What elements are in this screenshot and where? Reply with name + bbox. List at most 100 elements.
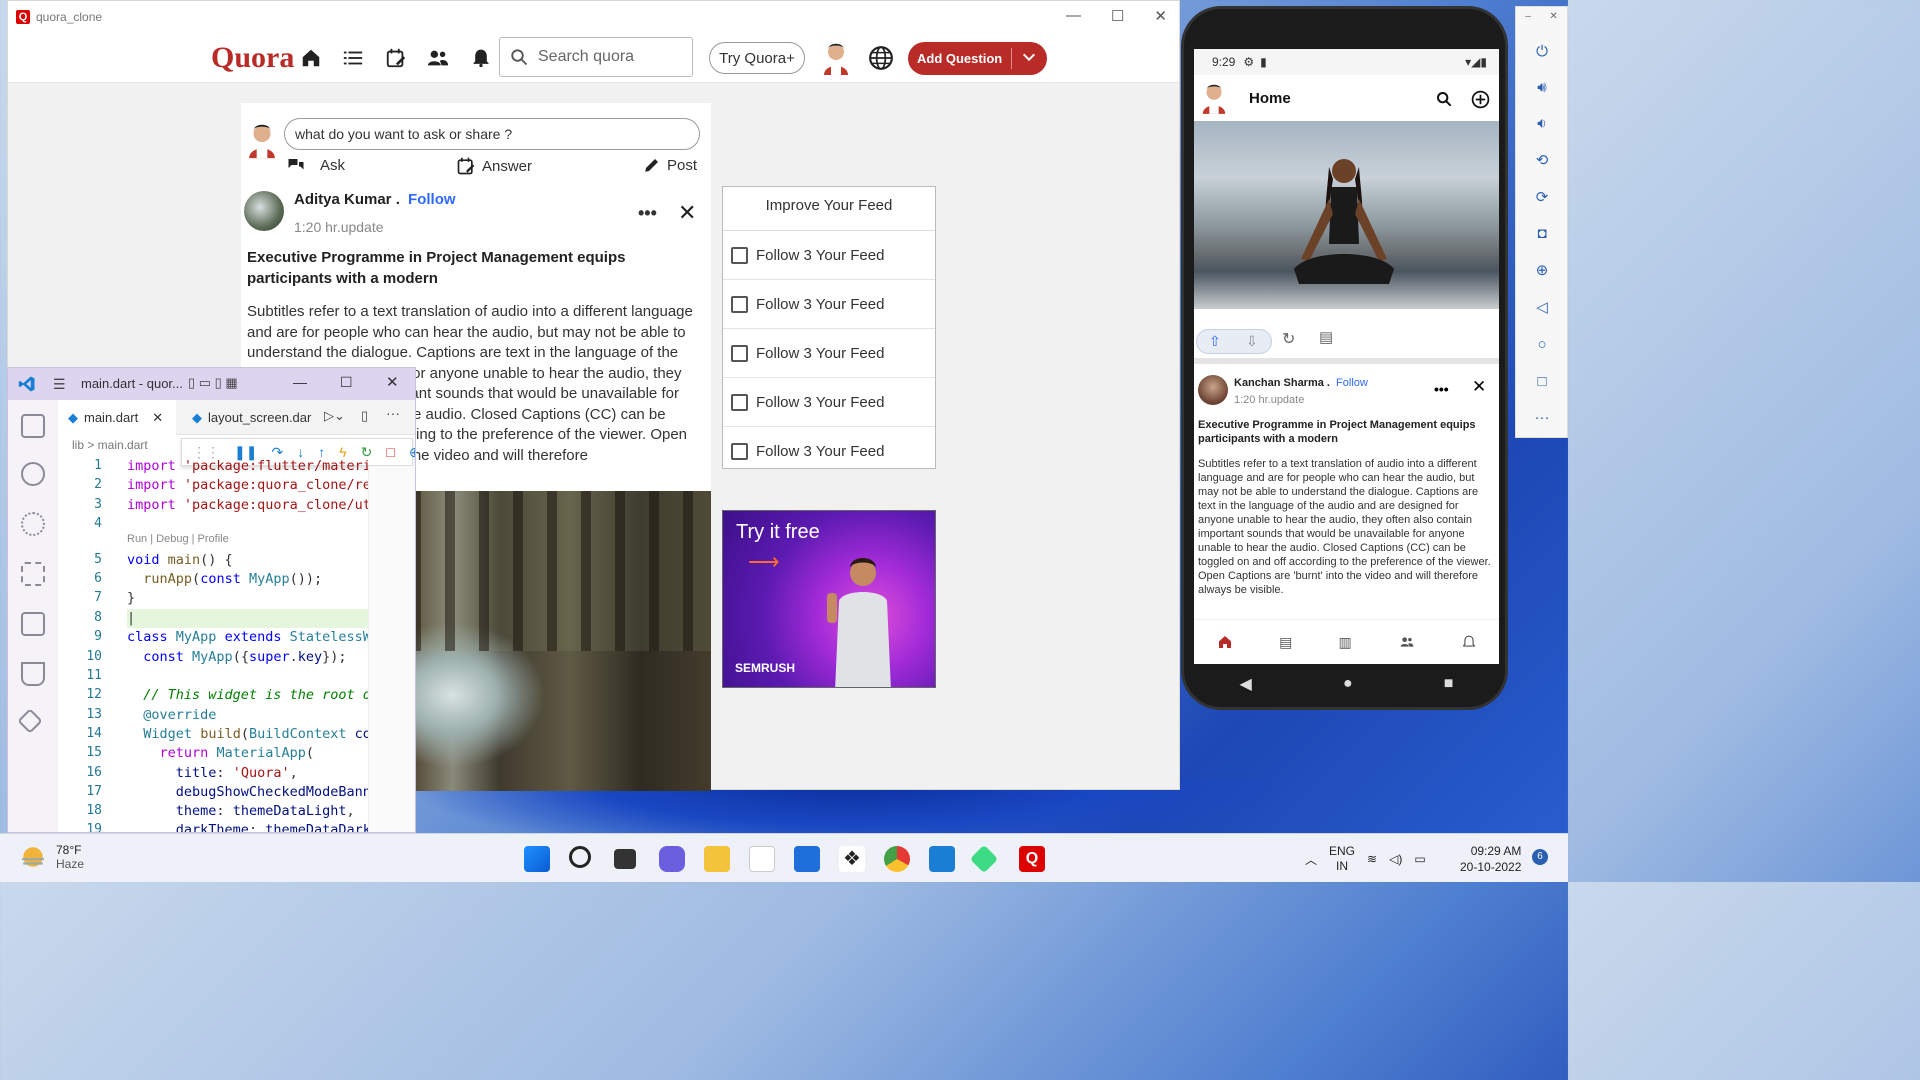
camera-icon[interactable]: ◘ [1532, 223, 1552, 243]
speaker-icon[interactable]: ◁) [1389, 852, 1402, 866]
notification-badge[interactable]: 6 [1532, 849, 1548, 865]
minimize-button[interactable]: — [293, 374, 307, 390]
checkbox[interactable] [731, 246, 748, 264]
author-name[interactable]: Kanchan Sharma . [1234, 377, 1330, 389]
calendar-edit-icon[interactable] [383, 45, 409, 71]
volume-up-icon[interactable]: 🔊︎ [1532, 77, 1552, 97]
back-icon[interactable]: ◀ [1240, 674, 1252, 694]
checkbox[interactable] [731, 344, 748, 362]
testing-icon[interactable] [21, 662, 45, 686]
power-icon[interactable]: ⏻ [1532, 41, 1552, 61]
comment-icon[interactable]: ▤ [1319, 328, 1333, 346]
notification-bell-icon[interactable] [1462, 634, 1476, 650]
chevron-down-icon[interactable] [1021, 49, 1037, 68]
checkbox[interactable] [731, 295, 748, 313]
close-icon[interactable]: ✕ [678, 200, 696, 226]
more-icon[interactable]: ··· [1532, 407, 1552, 427]
menu-icon[interactable]: ☰ [53, 376, 66, 393]
run-icon[interactable]: ▷⌄ [324, 408, 345, 424]
overview-icon[interactable]: □ [1532, 371, 1552, 391]
more-options-icon[interactable]: ••• [638, 203, 657, 224]
profile-avatar[interactable] [1200, 81, 1228, 115]
flutter-icon[interactable] [17, 708, 43, 734]
close-icon[interactable]: ✕ [1549, 11, 1557, 22]
extensions-icon[interactable] [21, 612, 45, 636]
feed-item[interactable]: Follow 3 Your Feed [723, 329, 935, 378]
dropbox-icon[interactable]: ❖ [839, 846, 865, 872]
ask-action[interactable]: Ask [286, 156, 345, 174]
inspect-icon[interactable]: ⊕ [409, 444, 415, 461]
list-icon[interactable] [340, 45, 366, 71]
home-icon[interactable] [1217, 634, 1233, 650]
language-globe-icon[interactable] [868, 45, 894, 76]
explorer-icon[interactable] [21, 414, 45, 438]
close-window-button[interactable]: ✕ [1154, 7, 1167, 25]
feed-item[interactable]: Follow 3 Your Feed [723, 231, 935, 280]
chrome-icon[interactable] [884, 846, 910, 872]
ask-input[interactable]: what do you want to ask or share ? [284, 118, 700, 150]
add-question-button[interactable]: Add Question [908, 42, 1047, 75]
recents-icon[interactable]: ■ [1444, 675, 1454, 693]
rotate-right-icon[interactable]: ⟳ [1532, 187, 1552, 207]
notification-bell-icon[interactable] [468, 45, 494, 71]
people-icon[interactable] [425, 45, 451, 71]
search-icon[interactable] [569, 846, 591, 868]
downvote-icon[interactable]: ⇩ [1246, 333, 1258, 350]
try-quora-plus-button[interactable]: Try Quora+ [709, 42, 805, 74]
search-icon[interactable] [1436, 91, 1452, 107]
search-box[interactable] [499, 37, 693, 77]
language-indicator[interactable]: ENG IN [1329, 844, 1355, 874]
advertisement-banner[interactable]: Try it free ⟶ SEMRUSH [722, 510, 936, 688]
calendar-edit-icon[interactable]: ▥ [1338, 634, 1351, 651]
quora-app-icon[interactable]: Q [1019, 846, 1045, 872]
breadcrumb[interactable]: lib > main.dart [72, 438, 148, 452]
tab-main-dart[interactable]: ◆ main.dart ✕ [58, 400, 176, 435]
code-lens[interactable]: Run | Debug | Profile [127, 533, 229, 545]
add-circle-icon[interactable] [1471, 90, 1490, 109]
quora-logo[interactable]: Quora [211, 41, 294, 75]
close-window-button[interactable]: ✕ [386, 373, 399, 391]
search-input[interactable] [538, 48, 678, 66]
people-icon[interactable] [1398, 635, 1416, 649]
more-actions-icon[interactable]: ··· [386, 405, 400, 421]
run-debug-icon[interactable] [21, 562, 45, 586]
stop-icon[interactable]: □ [386, 444, 394, 460]
start-icon[interactable] [524, 846, 550, 872]
battery-icon[interactable]: ▭ [1414, 852, 1425, 866]
maximize-button[interactable]: ☐ [340, 374, 353, 391]
minimize-button[interactable]: — [1066, 7, 1081, 25]
chevron-up-icon[interactable]: ︿ [1305, 851, 1317, 868]
microsoft-store-icon[interactable] [794, 846, 820, 872]
layout-icons[interactable]: ▯ ▭ ▯ ▦ [188, 375, 238, 391]
split-editor-icon[interactable]: ▯ [361, 408, 368, 424]
zoom-icon[interactable]: ⊕ [1532, 260, 1552, 280]
rotate-left-icon[interactable]: ⟲ [1532, 150, 1552, 170]
post-action[interactable]: Post [643, 156, 697, 174]
profile-avatar[interactable] [821, 41, 851, 75]
weather-widget[interactable]: 78°F Haze [20, 843, 84, 871]
more-options-icon[interactable]: ••• [1434, 381, 1449, 397]
android-studio-icon[interactable] [969, 844, 999, 874]
author-avatar[interactable] [244, 191, 284, 231]
file-explorer-icon[interactable] [704, 846, 730, 872]
feed-item[interactable]: Follow 3 Your Feed [723, 427, 935, 476]
post-headline[interactable]: Executive Programme in Project Managemen… [1198, 418, 1493, 446]
back-icon[interactable]: ◁ [1532, 297, 1552, 317]
answer-action[interactable]: Answer [456, 156, 532, 176]
volume-down-icon[interactable]: 🔉︎ [1532, 113, 1552, 133]
list-icon[interactable]: ▤ [1279, 634, 1292, 651]
home-circle-icon[interactable]: ● [1343, 675, 1353, 693]
maximize-button[interactable]: ☐ [1111, 7, 1124, 25]
home-icon[interactable] [298, 45, 324, 71]
source-control-icon[interactable] [21, 512, 45, 536]
wifi-icon[interactable]: ≋ [1367, 852, 1377, 866]
checkbox[interactable] [731, 443, 748, 460]
search-icon[interactable] [21, 462, 45, 486]
author-name[interactable]: Aditya Kumar . [294, 191, 400, 208]
close-icon[interactable]: ✕ [1472, 377, 1486, 397]
amazon-icon[interactable] [749, 846, 775, 872]
share-refresh-icon[interactable]: ↻ [1282, 329, 1295, 349]
minimize-icon[interactable]: – [1525, 11, 1531, 22]
upvote-icon[interactable]: ⇧ [1209, 333, 1221, 350]
checkbox[interactable] [731, 393, 748, 411]
